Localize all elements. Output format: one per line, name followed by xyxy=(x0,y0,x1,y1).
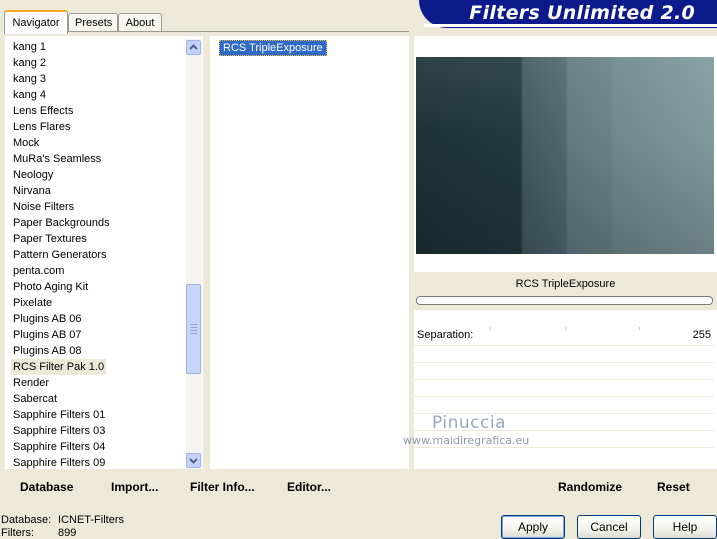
category-item[interactable]: Noise Filters xyxy=(11,199,76,215)
scroll-down-button[interactable] xyxy=(186,453,201,468)
separation-value[interactable]: 255 xyxy=(681,329,711,341)
category-item[interactable]: Render xyxy=(11,375,51,391)
category-scrollbar[interactable] xyxy=(186,39,202,469)
filter-list[interactable]: RCS TripleExposure xyxy=(210,36,409,469)
status-database-label: Database: xyxy=(1,514,52,526)
category-item[interactable]: Plugins AB 06 xyxy=(11,311,84,327)
status-filters-value: 899 xyxy=(58,527,77,539)
tab-navigator[interactable]: Navigator xyxy=(4,10,68,34)
category-item[interactable]: kang 2 xyxy=(11,55,48,71)
preview-image-shading xyxy=(416,57,714,254)
cancel-button[interactable]: Cancel xyxy=(577,515,641,539)
chevron-up-icon xyxy=(189,44,198,50)
category-item[interactable]: Sapphire Filters 04 xyxy=(11,439,107,455)
category-item[interactable]: Nirvana xyxy=(11,183,53,199)
category-item[interactable]: Sapphire Filters 03 xyxy=(11,423,107,439)
status-filters-label: Filters: xyxy=(1,527,34,539)
editor-button[interactable]: Editor... xyxy=(287,479,331,495)
category-item[interactable]: MuRa's Seamless xyxy=(11,151,103,167)
category-item[interactable]: Pattern Generators xyxy=(11,247,109,263)
chevron-down-icon xyxy=(189,458,198,464)
category-item[interactable]: Lens Flares xyxy=(11,119,72,135)
category-item[interactable]: Pixelate xyxy=(11,295,54,311)
status-database-value: ICNET-Filters xyxy=(58,514,124,526)
watermark-site: www.maidiregrafica.eu xyxy=(403,434,530,447)
category-item[interactable]: kang 3 xyxy=(11,71,48,87)
reset-button[interactable]: Reset xyxy=(657,479,690,495)
category-item[interactable]: Neology xyxy=(11,167,55,183)
category-item[interactable]: kang 1 xyxy=(11,39,48,55)
category-item[interactable]: Photo Aging Kit xyxy=(11,279,90,295)
filter-item-selected[interactable]: RCS TripleExposure xyxy=(219,40,327,56)
banner-strip xyxy=(424,24,717,27)
category-item[interactable]: Sapphire Filters 01 xyxy=(11,407,107,423)
tab-presets[interactable]: Presets xyxy=(68,13,118,32)
category-item[interactable]: Lens Effects xyxy=(11,103,75,119)
category-item[interactable]: Mock xyxy=(11,135,41,151)
scroll-up-button[interactable] xyxy=(186,40,201,55)
category-item[interactable]: Plugins AB 08 xyxy=(11,343,84,359)
category-item[interactable]: penta.com xyxy=(11,263,66,279)
category-item[interactable]: kang 4 xyxy=(11,87,48,103)
import-button[interactable]: Import... xyxy=(111,479,158,495)
watermark-name: Pinuccia xyxy=(432,413,506,433)
database-button[interactable]: Database xyxy=(20,479,73,495)
category-item[interactable]: Paper Textures xyxy=(11,231,89,247)
help-button[interactable]: Help xyxy=(653,515,717,539)
category-item[interactable]: Sabercat xyxy=(11,391,59,407)
category-list[interactable]: kang 1 kang 2 kang 3 kang 4 Lens Effects… xyxy=(5,36,203,469)
progress-bar xyxy=(416,296,713,305)
separation-label: Separation: xyxy=(417,329,474,341)
scroll-thumb[interactable] xyxy=(186,284,201,374)
preview-filter-name: RCS TripleExposure xyxy=(515,278,616,290)
apply-button[interactable]: Apply xyxy=(501,515,565,539)
category-item-selected[interactable]: RCS Filter Pak 1.0 xyxy=(11,359,107,375)
category-item[interactable]: Paper Backgrounds xyxy=(11,215,112,231)
category-item[interactable]: Sapphire Filters 09 xyxy=(11,455,107,469)
randomize-button[interactable]: Randomize xyxy=(558,479,622,495)
category-item[interactable]: Plugins AB 07 xyxy=(11,327,84,343)
tab-about[interactable]: About xyxy=(118,13,162,32)
filter-info-button[interactable]: Filter Info... xyxy=(190,479,255,495)
